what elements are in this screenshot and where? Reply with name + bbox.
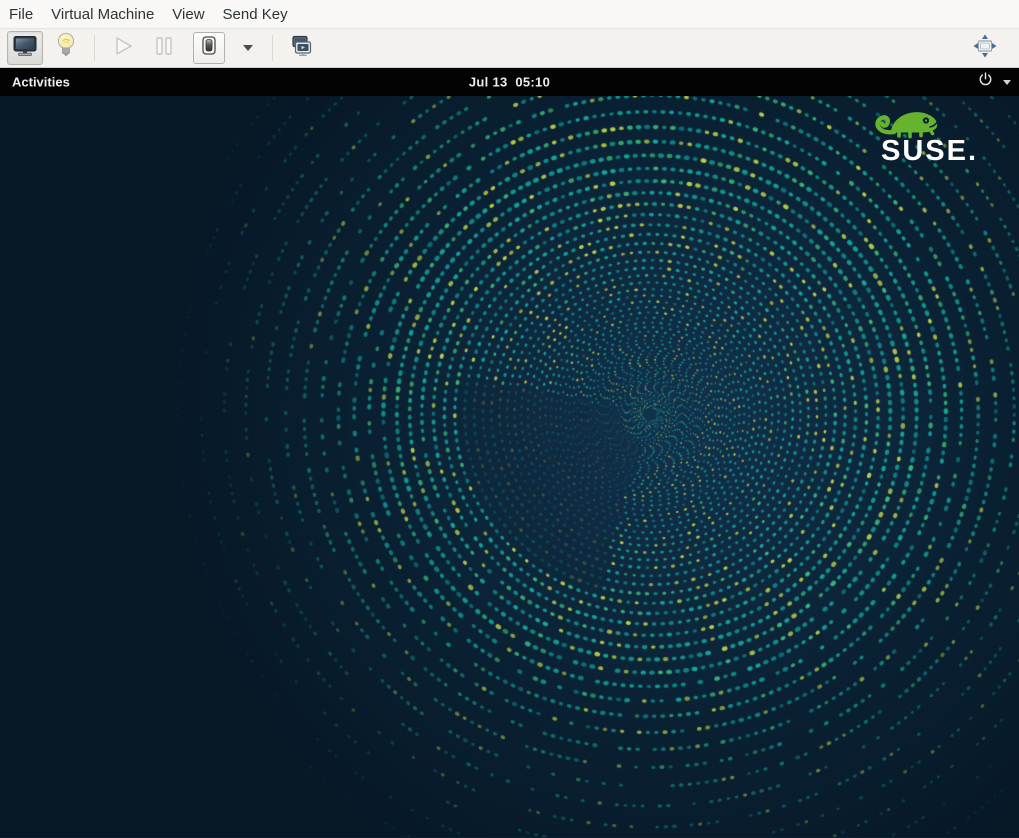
power-switch-icon: [202, 36, 216, 60]
play-icon: [112, 35, 134, 62]
run-vm-button[interactable]: [105, 31, 141, 65]
menu-virtual-machine[interactable]: Virtual Machine: [42, 2, 163, 27]
menu-send-key[interactable]: Send Key: [214, 2, 297, 27]
system-menu[interactable]: [977, 71, 1011, 93]
gnome-top-bar: Activities Jul 13 05:10: [0, 68, 1019, 96]
screen-resize-arrows-icon: [972, 33, 998, 64]
activities-button[interactable]: Activities: [8, 73, 74, 92]
power-icon: [977, 71, 994, 93]
pause-icon: [154, 35, 174, 62]
chevron-down-icon: [1003, 80, 1011, 85]
menu-file[interactable]: File: [0, 2, 42, 27]
monitor-icon: [12, 35, 38, 62]
chevron-down-icon: [243, 45, 253, 51]
toolbar: [0, 28, 1019, 68]
clock[interactable]: Jul 13 05:10: [469, 75, 550, 90]
show-graphical-console-button[interactable]: [7, 31, 43, 65]
menu-bar: File Virtual Machine View Send Key: [0, 0, 1019, 28]
lightbulb-icon: [56, 32, 76, 64]
toolbar-separator: [272, 35, 273, 61]
vm-desktop[interactable]: SUSE.: [0, 96, 1019, 838]
virt-manager-window: File Virtual Machine View Send Key: [0, 0, 1019, 838]
shutdown-vm-button[interactable]: [193, 32, 225, 64]
pause-vm-button[interactable]: [146, 31, 182, 65]
suse-wordmark: SUSE.: [881, 137, 989, 166]
toolbar-separator: [94, 35, 95, 61]
vortex-wallpaper[interactable]: [0, 96, 1019, 837]
suse-logo: SUSE.: [869, 101, 989, 166]
resize-to-vm-button[interactable]: [967, 31, 1003, 65]
dual-monitor-icon: [289, 35, 313, 62]
shutdown-menu-button[interactable]: [234, 31, 262, 65]
menu-view[interactable]: View: [163, 2, 213, 27]
fullscreen-button[interactable]: [283, 31, 319, 65]
show-hardware-details-button[interactable]: [48, 31, 84, 65]
